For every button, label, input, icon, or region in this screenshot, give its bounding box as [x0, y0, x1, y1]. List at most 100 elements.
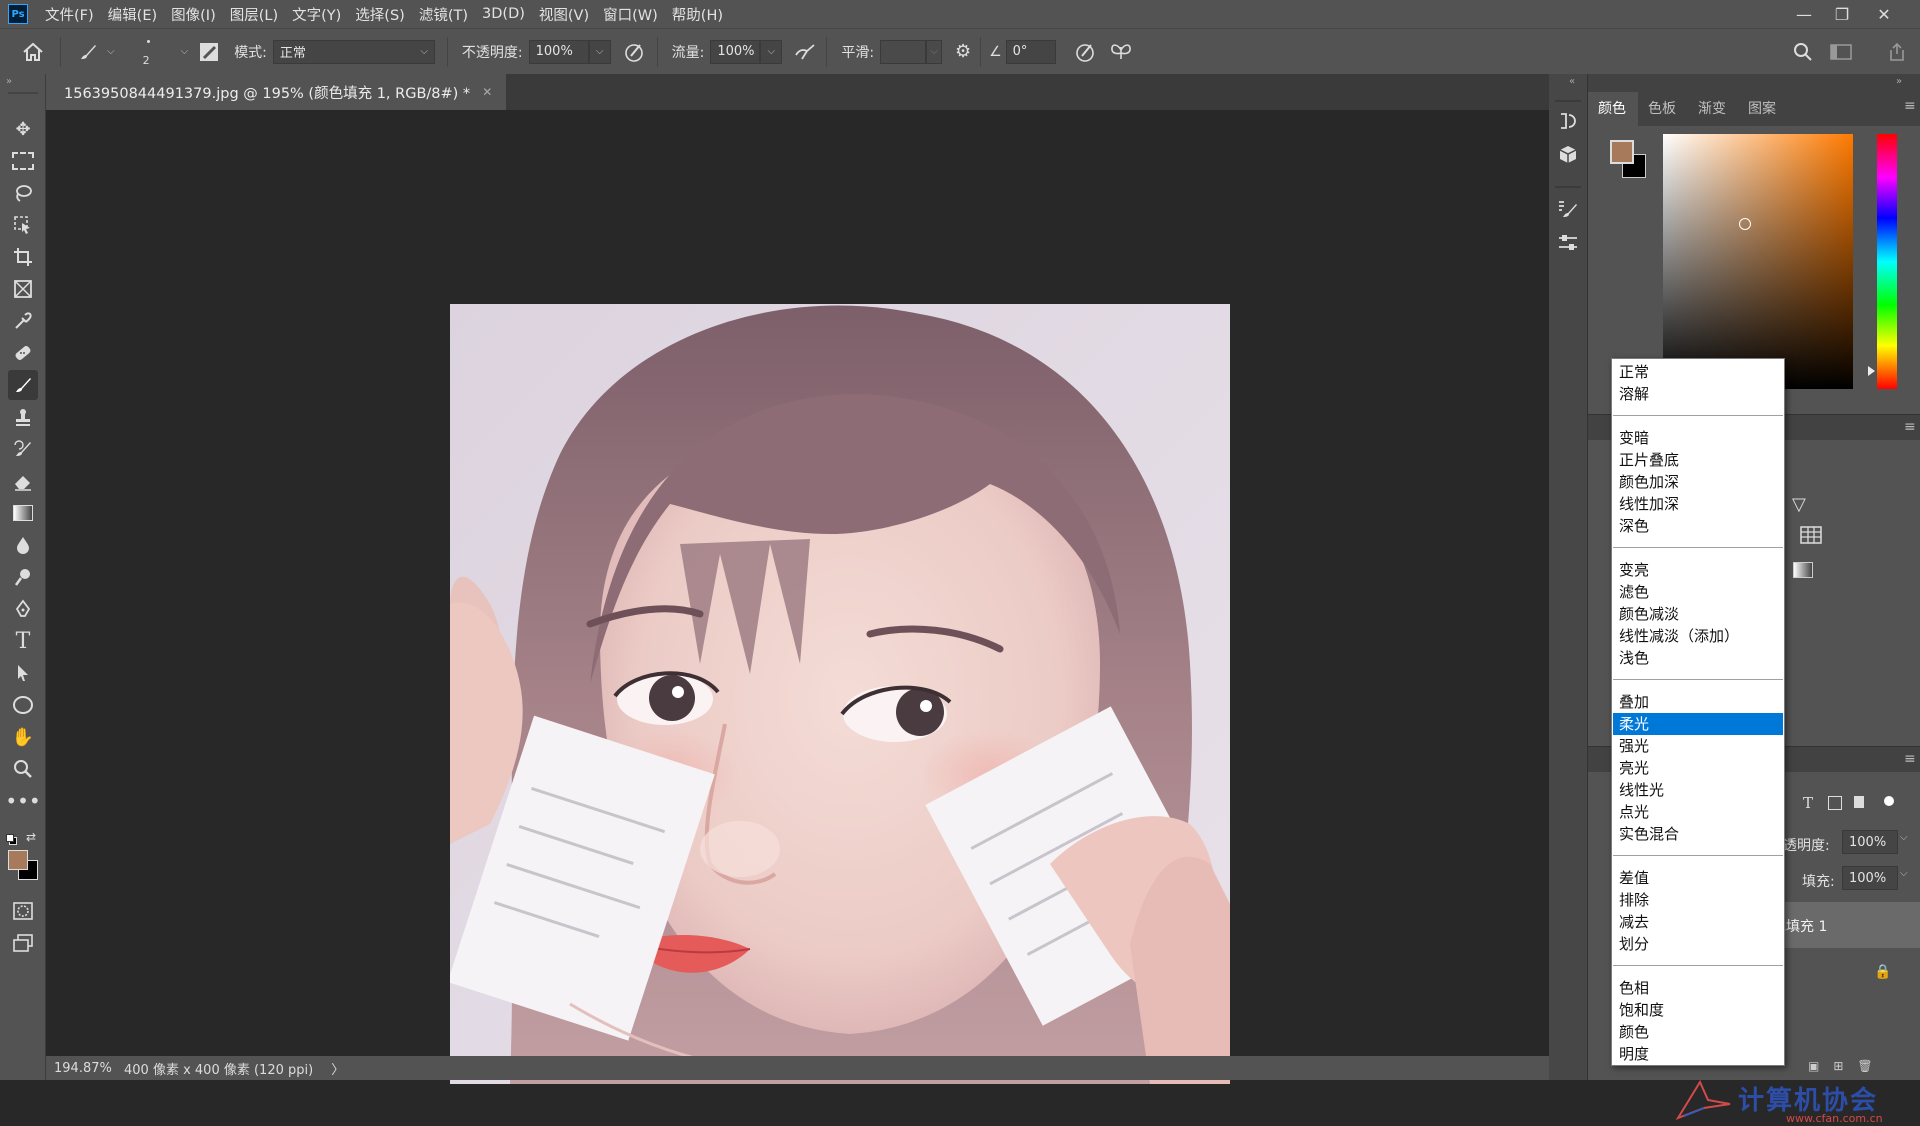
layer-fill-input[interactable]: 100%	[1842, 866, 1898, 890]
menu-view[interactable]: 视图(V)	[532, 4, 596, 25]
collapse-arrows-icon[interactable]: «	[1569, 76, 1575, 87]
path-selection-icon[interactable]	[8, 658, 38, 688]
swap-colors-icon[interactable]: ⇄	[26, 830, 36, 844]
zoom-level[interactable]: 194.87%	[54, 1061, 112, 1076]
filter-smart-object-icon[interactable]	[1854, 796, 1864, 808]
home-icon[interactable]	[20, 39, 46, 65]
menu-3d[interactable]: 3D(D)	[475, 6, 532, 22]
dodge-tool-icon[interactable]	[8, 562, 38, 592]
chevron-down-icon[interactable]: ⌵	[1900, 868, 1908, 879]
filter-type-icon[interactable]: T	[1803, 794, 1813, 812]
blend-linear-dodge[interactable]: 线性减淡（添加）	[1613, 625, 1783, 647]
blend-overlay[interactable]: 叠加	[1613, 691, 1783, 713]
gear-icon[interactable]: ⚙	[950, 39, 976, 65]
menu-layer[interactable]: 图层(L)	[223, 4, 285, 25]
color-picker-cursor[interactable]	[1739, 218, 1751, 230]
canvas-image[interactable]	[450, 304, 1230, 1084]
brush-settings-icon[interactable]	[196, 39, 222, 65]
brush-tool-icon[interactable]	[8, 370, 38, 400]
pen-tool-icon[interactable]	[8, 594, 38, 624]
grid-table-icon[interactable]	[1800, 526, 1822, 548]
panel-menu-icon[interactable]: ≡	[1904, 419, 1916, 435]
close-icon[interactable]: ✕	[1864, 0, 1904, 28]
blur-tool-icon[interactable]	[8, 530, 38, 560]
blend-soft-light[interactable]: 柔光	[1613, 713, 1783, 735]
flow-input[interactable]: 100%	[710, 39, 761, 64]
type-tool-icon[interactable]: T	[8, 626, 38, 656]
panel-foreground-swatch[interactable]	[1610, 140, 1634, 164]
blend-subtract[interactable]: 减去	[1613, 911, 1783, 933]
blend-color-burn[interactable]: 颜色加深	[1613, 471, 1783, 493]
menu-type[interactable]: 文字(Y)	[285, 4, 348, 25]
delete-layer-icon[interactable]: 🗑	[1857, 1059, 1872, 1073]
3d-panel-icon[interactable]	[1555, 140, 1581, 170]
blend-luminosity[interactable]: 明度	[1613, 1043, 1783, 1065]
gradient-map-icon[interactable]	[1793, 562, 1813, 578]
blend-hue[interactable]: 色相	[1613, 977, 1783, 999]
menu-window[interactable]: 窗口(W)	[596, 4, 665, 25]
tab-patterns[interactable]: 图案	[1748, 98, 1776, 118]
object-selection-icon[interactable]	[8, 210, 38, 240]
blend-darken[interactable]: 变暗	[1613, 427, 1783, 449]
chevron-down-icon[interactable]: ⌵	[1900, 832, 1908, 843]
blend-exclusion[interactable]: 排除	[1613, 889, 1783, 911]
blend-lighten[interactable]: 变亮	[1613, 559, 1783, 581]
crop-tool-icon[interactable]	[8, 242, 38, 272]
blend-darker-color[interactable]: 深色	[1613, 515, 1783, 537]
menu-help[interactable]: 帮助(H)	[665, 4, 730, 25]
blend-vivid-light[interactable]: 亮光	[1613, 757, 1783, 779]
opacity-dropdown[interactable]: ⌵	[588, 39, 611, 64]
restore-icon[interactable]: ❐	[1822, 0, 1862, 28]
blend-pin-light[interactable]: 点光	[1613, 801, 1783, 823]
symmetry-butterfly-icon[interactable]	[1108, 39, 1134, 65]
tab-swatches[interactable]: 色板	[1648, 98, 1676, 118]
hue-slider[interactable]	[1877, 134, 1897, 389]
menu-select[interactable]: 选择(S)	[348, 4, 412, 25]
adjustments-panel-icon[interactable]	[1555, 228, 1581, 258]
more-tools-icon[interactable]: •••	[5, 786, 40, 816]
pressure-size-icon[interactable]	[1072, 39, 1098, 65]
search-icon[interactable]	[1790, 39, 1816, 65]
blend-color[interactable]: 颜色	[1613, 1021, 1783, 1043]
minimize-icon[interactable]: —	[1784, 0, 1824, 28]
menu-edit[interactable]: 编辑(E)	[101, 4, 164, 25]
document-tab[interactable]: 1563950844491379.jpg @ 195% (颜色填充 1, RGB…	[46, 74, 507, 110]
smoothing-input[interactable]	[880, 39, 927, 64]
eyedropper-tool-icon[interactable]	[8, 306, 38, 336]
marquee-tool-icon[interactable]	[8, 146, 38, 176]
blend-difference[interactable]: 差值	[1613, 867, 1783, 889]
brush-settings-panel-icon[interactable]	[1555, 194, 1581, 224]
hand-tool-icon[interactable]: ✋	[8, 722, 38, 752]
opacity-input[interactable]: 100%	[528, 39, 589, 64]
screen-mode-icon[interactable]	[8, 928, 38, 958]
add-mask-icon[interactable]: ▣	[1808, 1059, 1819, 1073]
default-colors-icon[interactable]	[6, 834, 17, 845]
hue-slider-handle[interactable]	[1868, 366, 1875, 376]
layer-opacity-input[interactable]: 100%	[1842, 830, 1898, 854]
blend-lighter-color[interactable]: 浅色	[1613, 647, 1783, 669]
frame-tool-icon[interactable]	[8, 274, 38, 304]
history-brush-icon[interactable]	[8, 434, 38, 464]
quick-mask-icon[interactable]	[8, 896, 38, 926]
canvas-area[interactable]	[46, 110, 1536, 1084]
menu-image[interactable]: 图像(I)	[164, 4, 223, 25]
pressure-opacity-icon[interactable]	[621, 39, 647, 65]
chevron-down-icon[interactable]: ⌵	[181, 46, 189, 57]
tab-gradients[interactable]: 渐变	[1698, 98, 1726, 118]
blend-multiply[interactable]: 正片叠底	[1613, 449, 1783, 471]
brush-tool-icon[interactable]	[75, 39, 101, 65]
panel-menu-icon[interactable]: ≡	[1904, 98, 1916, 114]
blend-linear-light[interactable]: 线性光	[1613, 779, 1783, 801]
blend-hard-light[interactable]: 强光	[1613, 735, 1783, 757]
blend-saturation[interactable]: 饱和度	[1613, 999, 1783, 1021]
color-picker-field[interactable]	[1663, 134, 1853, 389]
smoothing-dropdown[interactable]: ⌵	[926, 39, 943, 64]
move-tool-icon[interactable]: ✥	[8, 114, 38, 144]
blend-screen[interactable]: 滤色	[1613, 581, 1783, 603]
menu-file[interactable]: 文件(F)	[38, 4, 101, 25]
clone-stamp-icon[interactable]	[8, 402, 38, 432]
close-tab-icon[interactable]: ✕	[482, 85, 492, 99]
collapse-arrows-icon[interactable]: »	[6, 76, 12, 87]
mode-select[interactable]: 正常 ⌵	[272, 39, 435, 64]
triangle-down-icon[interactable]: ▽	[1792, 494, 1806, 515]
